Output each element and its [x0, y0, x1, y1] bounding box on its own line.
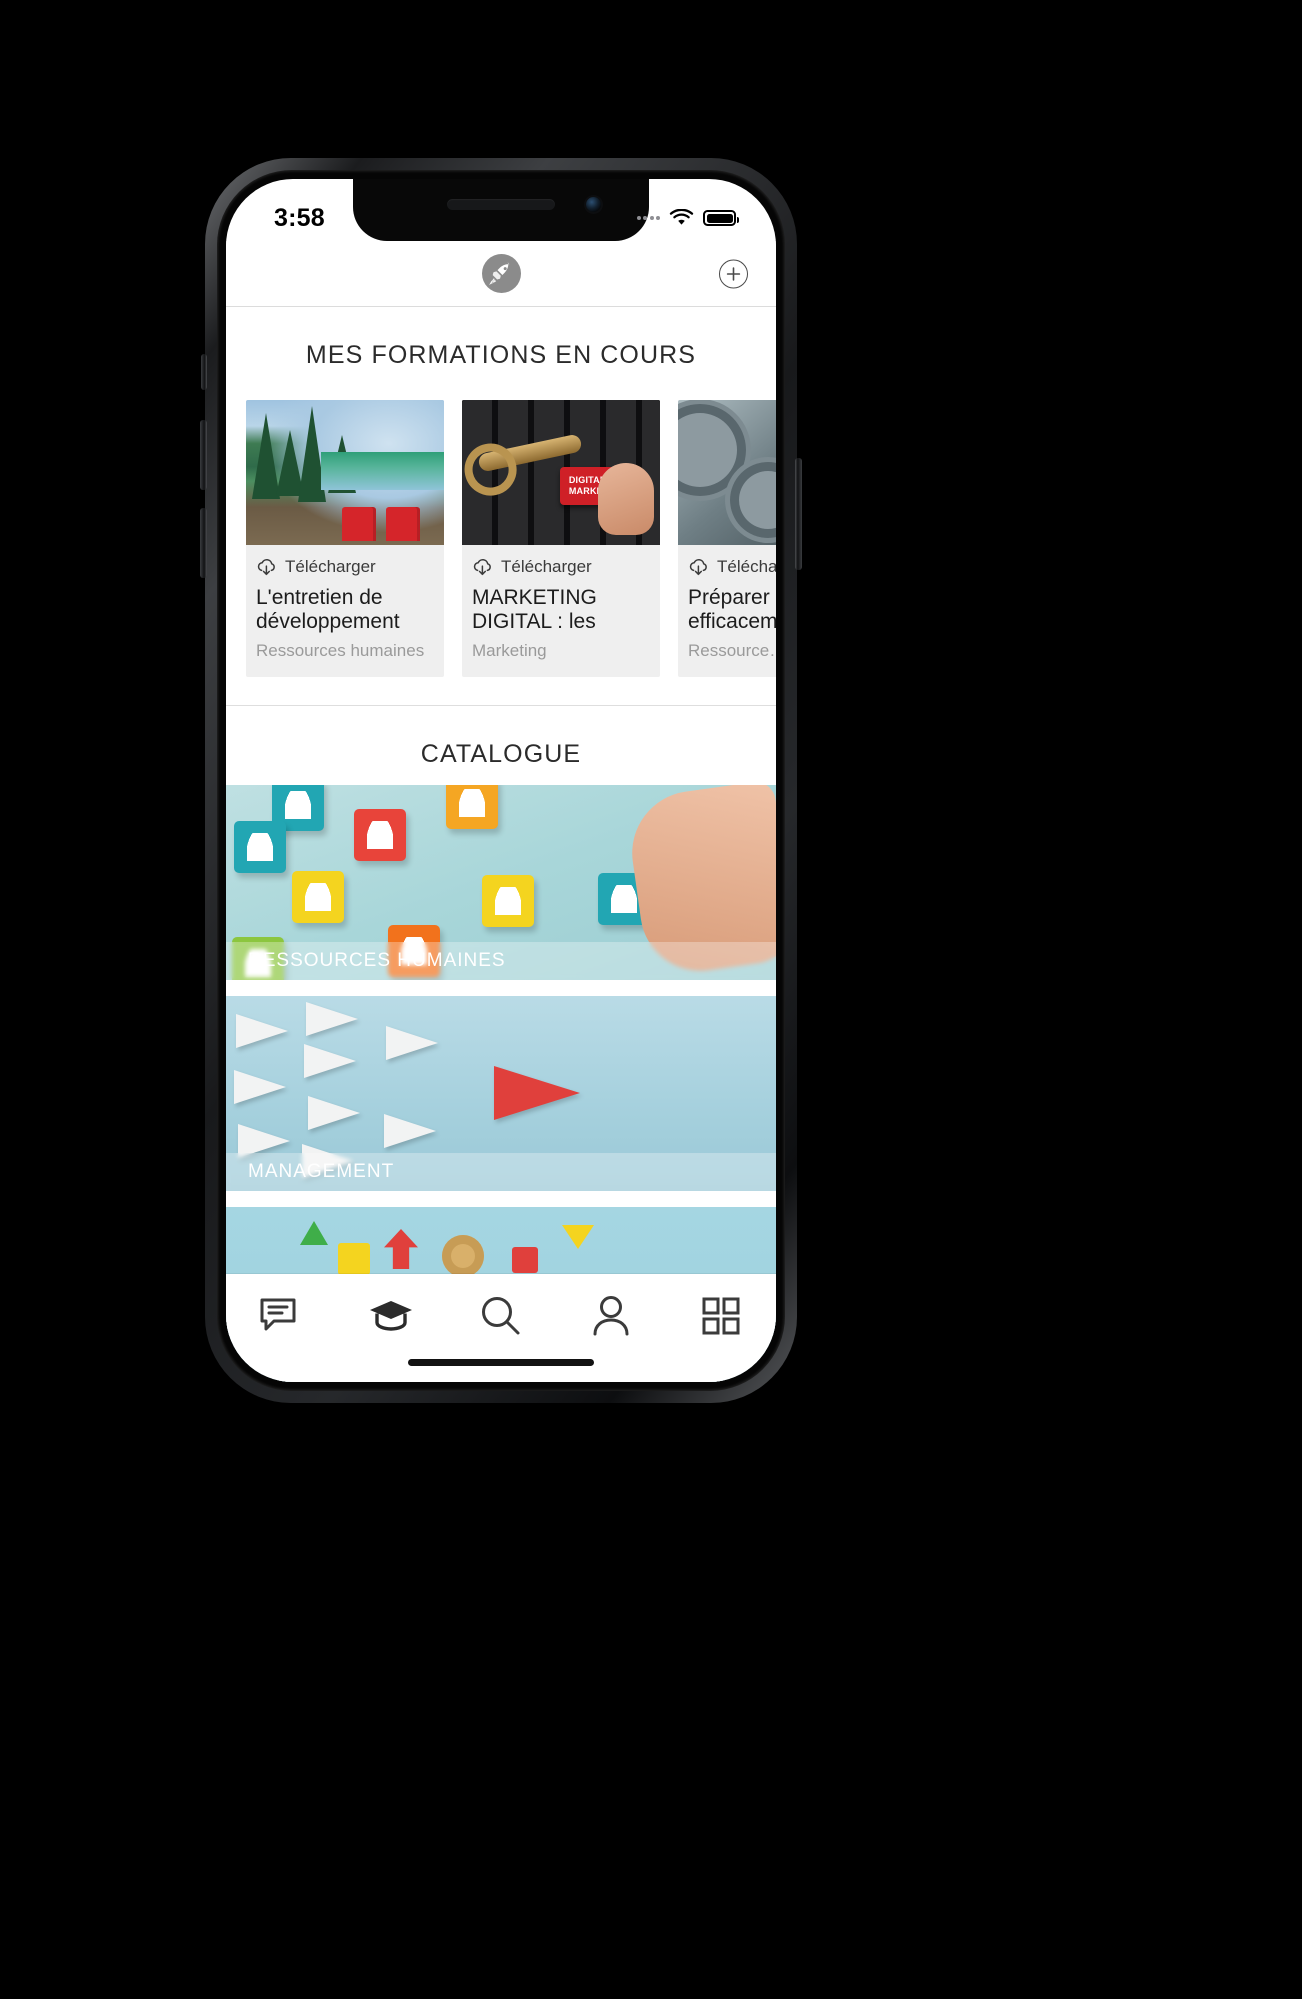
download-action[interactable]: Télécharger — [472, 557, 650, 577]
section-title-catalogue: CATALOGUE — [420, 740, 582, 768]
section-title-in-progress: MES FORMATIONS EN COURS — [305, 341, 697, 369]
course-category: Ressources humaines — [256, 641, 425, 660]
status-indicators — [636, 209, 739, 227]
signal-dots-icon — [636, 216, 660, 220]
courses-carousel[interactable]: Télécharger L'entretien de développement… — [226, 370, 776, 677]
tab-search[interactable] — [469, 1288, 533, 1344]
course-title: MARKETING DIGITAL : les suppo… — [472, 586, 597, 634]
cloud-download-icon — [473, 558, 491, 575]
phone-screen: 3:58 MES FORMATIONS EN COURS Télécharger… — [226, 179, 776, 1382]
app-header — [226, 241, 776, 307]
course-category: Marketing — [472, 641, 547, 660]
mute-switch[interactable] — [201, 354, 207, 390]
add-button[interactable] — [719, 259, 748, 288]
course-meta: Télécharg… Préparer efficacem… Ressource… — [678, 545, 776, 677]
wifi-icon — [669, 209, 694, 225]
download-label: Télécharger — [501, 557, 592, 576]
catalogue-category-card[interactable]: RESSOURCES HUMAINES — [226, 785, 776, 980]
status-bar: 3:58 — [226, 179, 776, 241]
power-button[interactable] — [795, 458, 802, 570]
tab-profile[interactable] — [579, 1288, 643, 1344]
rocket-logo-icon[interactable] — [481, 254, 521, 293]
app-scroll-body[interactable]: MES FORMATIONS EN COURS Télécharger L'en… — [226, 307, 776, 1382]
screenshot-canvas: 3:58 MES FORMATIONS EN COURS Télécharger… — [0, 0, 1302, 1999]
course-title: L'entretien de développement — [256, 586, 400, 633]
cloud-download-icon — [257, 558, 275, 575]
graduation-cap-icon — [370, 1301, 412, 1331]
magnifier-icon — [482, 1297, 520, 1335]
catalogue-category-label: MANAGEMENT — [226, 1153, 776, 1191]
battery-full-icon — [703, 210, 739, 226]
section-in-progress: MES FORMATIONS EN COURS Télécharger L'en… — [226, 307, 776, 677]
course-thumbnail — [246, 400, 444, 545]
tab-messages[interactable] — [249, 1288, 313, 1344]
cloud-download-icon — [689, 558, 707, 575]
course-meta: Télécharger L'entretien de développement… — [246, 545, 444, 677]
download-label: Télécharger — [285, 557, 376, 576]
course-thumbnail — [678, 400, 776, 545]
grid-icon — [702, 1297, 740, 1335]
plus-icon — [726, 266, 741, 281]
download-label: Télécharg… — [717, 557, 776, 576]
phone-device: 3:58 MES FORMATIONS EN COURS Télécharger… — [200, 158, 802, 1403]
catalogue-category-label: RESSOURCES HUMAINES — [226, 942, 776, 980]
tab-more[interactable] — [689, 1288, 753, 1344]
course-meta: Télécharger MARKETING DIGITAL : les supp… — [462, 545, 660, 677]
tab-training[interactable] — [359, 1288, 423, 1344]
user-icon — [593, 1296, 629, 1336]
download-action[interactable]: Télécharger — [256, 557, 434, 577]
download-action[interactable]: Télécharg… — [688, 557, 776, 577]
course-category: Ressource… — [688, 641, 776, 660]
volume-up-button[interactable] — [200, 420, 207, 490]
device-bezel: 3:58 MES FORMATIONS EN COURS Télécharger… — [217, 170, 785, 1391]
course-title: Préparer efficacem… — [688, 586, 776, 633]
catalogue-category-card[interactable]: MANAGEMENT — [226, 996, 776, 1191]
course-thumbnail: DIGITAL MARKETING — [462, 400, 660, 545]
volume-down-button[interactable] — [200, 508, 207, 578]
course-card[interactable]: Télécharg… Préparer efficacem… Ressource… — [678, 400, 776, 677]
status-time: 3:58 — [274, 203, 325, 232]
home-indicator[interactable] — [408, 1359, 594, 1366]
chat-bubble-icon — [260, 1298, 296, 1331]
course-card[interactable]: Télécharger L'entretien de développement… — [246, 400, 444, 677]
course-card[interactable]: DIGITAL MARKETING Télécharger MARKETING … — [462, 400, 660, 677]
